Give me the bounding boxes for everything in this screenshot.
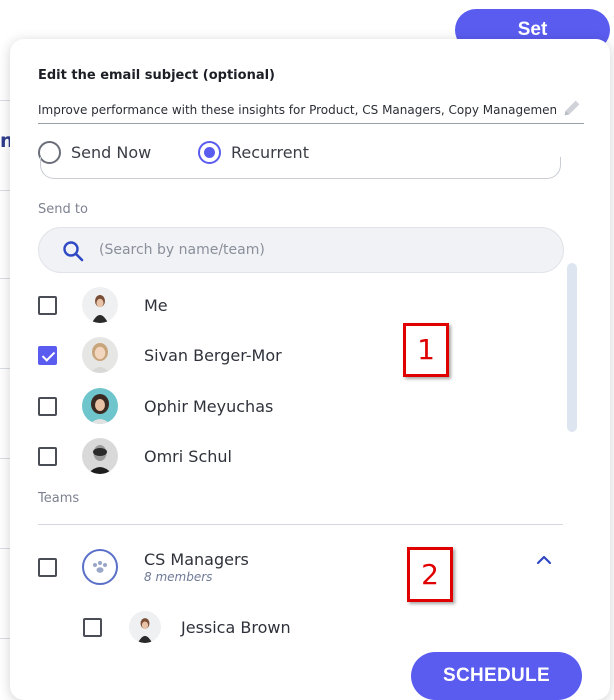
recipient-name: Sivan Berger-Mor bbox=[144, 345, 282, 365]
team-name: CS Managers bbox=[144, 550, 249, 569]
recipient-list-scrollbar[interactable] bbox=[567, 263, 577, 432]
annotation-label-1: 1 bbox=[403, 323, 449, 377]
search-input[interactable] bbox=[99, 228, 539, 272]
recipient-name: Omri Schul bbox=[144, 446, 232, 466]
recipient-checkbox[interactable] bbox=[38, 446, 57, 466]
avatar bbox=[129, 611, 161, 643]
teams-label: Teams bbox=[38, 491, 80, 506]
search-icon bbox=[63, 241, 84, 262]
recipient-checkbox[interactable] bbox=[38, 396, 57, 416]
annotation-label-2: 2 bbox=[407, 547, 453, 602]
team-member-count: 8 members bbox=[144, 570, 213, 584]
recipient-checkbox[interactable] bbox=[38, 295, 57, 315]
search-box bbox=[38, 227, 564, 273]
recipient-row-sivan[interactable]: Sivan Berger-Mor bbox=[38, 335, 282, 375]
avatar bbox=[82, 287, 118, 323]
avatar bbox=[82, 438, 118, 474]
pencil-icon[interactable] bbox=[561, 97, 583, 119]
team-member-name: Jessica Brown bbox=[181, 617, 291, 637]
recipient-name: Me bbox=[144, 295, 168, 315]
team-text: CS Managers 8 members bbox=[144, 550, 249, 584]
recipient-row-omri[interactable]: Omri Schul bbox=[38, 436, 232, 476]
subject-label: Edit the email subject (optional) bbox=[38, 68, 275, 83]
team-member-row-jessica[interactable]: Jessica Brown bbox=[83, 611, 291, 643]
team-row-cs-managers[interactable]: CS Managers 8 members bbox=[38, 547, 249, 587]
team-member-checkbox[interactable] bbox=[83, 617, 102, 637]
schedule-button[interactable]: SCHEDULE bbox=[411, 652, 582, 700]
subject-input[interactable] bbox=[38, 96, 584, 124]
avatar bbox=[82, 337, 118, 373]
send-to-label: Send to bbox=[38, 202, 88, 217]
team-checkbox[interactable] bbox=[38, 557, 57, 577]
schedule-email-dialog: Edit the email subject (optional) Send N… bbox=[10, 39, 610, 700]
recipient-checkbox[interactable] bbox=[38, 345, 57, 365]
recurrence-settings-box bbox=[40, 157, 561, 179]
avatar bbox=[82, 388, 118, 424]
team-icon bbox=[82, 549, 118, 585]
recipient-row-ophir[interactable]: Ophir Meyuchas bbox=[38, 386, 273, 426]
recipient-row-me[interactable]: Me bbox=[38, 285, 168, 325]
teams-divider bbox=[38, 524, 563, 525]
recipient-name: Ophir Meyuchas bbox=[144, 396, 274, 416]
chevron-up-icon[interactable] bbox=[534, 550, 554, 570]
